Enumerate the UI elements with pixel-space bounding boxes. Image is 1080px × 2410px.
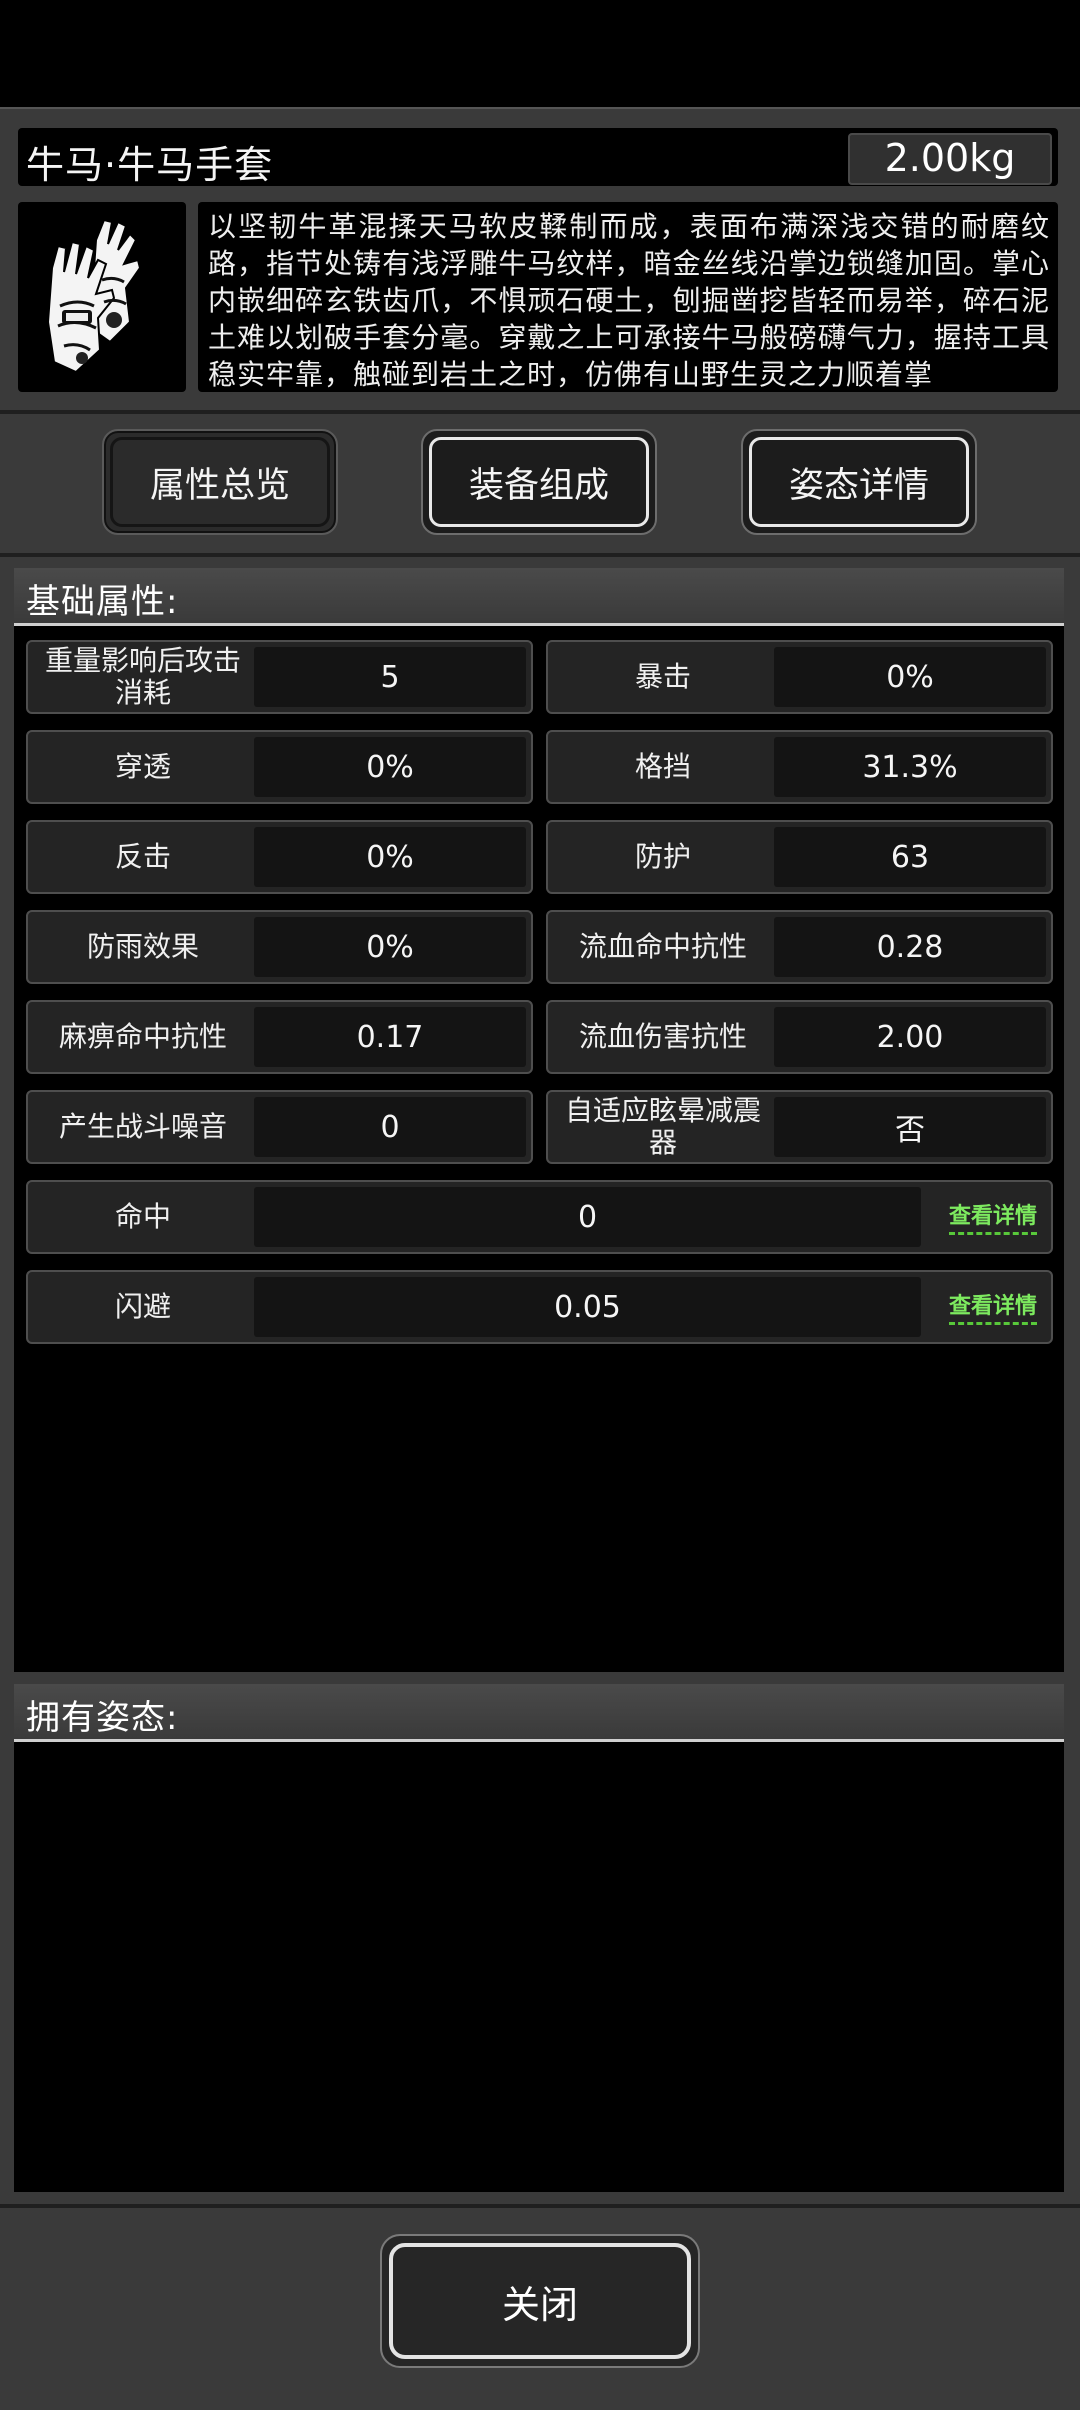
stat-value: 0% — [254, 737, 526, 797]
stat-cell: 穿透 0% — [26, 730, 533, 804]
stat-value: 否 — [774, 1097, 1046, 1157]
stat-label: 麻痹命中抗性 — [58, 1020, 227, 1053]
tab-attributes-overview[interactable]: 属性总览 — [102, 429, 338, 535]
stat-cell: 产生战斗噪音 0 — [26, 1090, 533, 1164]
stat-value: 0 — [254, 1187, 921, 1247]
stat-value: 0% — [774, 647, 1046, 707]
item-weight: 2.00kg — [848, 133, 1052, 185]
stat-label: 重量影响后攻击消耗 — [44, 644, 241, 709]
stat-label: 反击 — [114, 840, 171, 873]
stat-label: 格挡 — [634, 750, 691, 783]
tab-equipment-composition[interactable]: 装备组成 — [421, 429, 657, 535]
tab-stance-details[interactable]: 姿态详情 — [741, 429, 977, 535]
stat-value: 5 — [254, 647, 526, 707]
stat-cell-hit: 命中 0 查看详情 — [26, 1180, 1053, 1254]
item-description: 以坚韧牛革混揉天马软皮鞣制而成，表面布满深浅交错的耐磨纹路，指节处铸有浅浮雕牛马… — [208, 210, 1050, 391]
stat-label: 产生战斗噪音 — [58, 1110, 227, 1143]
stat-value: 0.28 — [774, 917, 1046, 977]
close-button[interactable]: 关闭 — [380, 2234, 700, 2368]
item-description-box[interactable]: 以坚韧牛革混揉天马软皮鞣制而成，表面布满深浅交错的耐磨纹路，指节处铸有浅浮雕牛马… — [198, 202, 1058, 392]
stat-label: 闪避 — [114, 1290, 171, 1323]
item-icon-frame — [18, 202, 186, 392]
stat-label: 穿透 — [114, 750, 171, 783]
stances-header: 拥有姿态: — [14, 1684, 1064, 1742]
stat-label: 流血伤害抗性 — [578, 1020, 747, 1053]
stat-label: 流血命中抗性 — [578, 930, 747, 963]
stat-value: 0% — [254, 917, 526, 977]
stat-value: 2.00 — [774, 1007, 1046, 1067]
item-title-bar: 牛马·牛马手套 2.00kg — [18, 128, 1058, 187]
stat-cell: 反击 0% — [26, 820, 533, 894]
basic-attributes-header: 基础属性: — [14, 568, 1064, 626]
stat-cell: 自适应眩晕减震器 否 — [546, 1090, 1053, 1164]
stat-cell-dodge: 闪避 0.05 查看详情 — [26, 1270, 1053, 1344]
section-title: 拥有姿态: — [26, 1698, 179, 1738]
stat-cell: 暴击 0% — [546, 640, 1053, 714]
stat-label: 自适应眩晕减震器 — [564, 1094, 761, 1159]
stat-cell: 防雨效果 0% — [26, 910, 533, 984]
tab-label: 姿态详情 — [788, 465, 929, 506]
view-details-link[interactable]: 查看详情 — [948, 1198, 1037, 1235]
item-name: 牛马·牛马手套 — [26, 143, 274, 187]
tab-label: 属性总览 — [149, 465, 290, 506]
stances-section — [14, 1684, 1064, 2192]
stat-cell: 格挡 31.3% — [546, 730, 1053, 804]
stat-value: 0% — [254, 827, 526, 887]
stat-cell: 防护 63 — [546, 820, 1053, 894]
divider — [0, 553, 1080, 557]
view-details-link[interactable]: 查看详情 — [948, 1288, 1037, 1325]
tab-label: 装备组成 — [468, 465, 609, 506]
section-title: 基础属性: — [26, 582, 179, 622]
stat-value: 63 — [774, 827, 1046, 887]
stat-cell: 流血命中抗性 0.28 — [546, 910, 1053, 984]
close-label: 关闭 — [501, 2282, 578, 2327]
stat-cell: 重量影响后攻击消耗 5 — [26, 640, 533, 714]
divider — [0, 410, 1080, 414]
glove-icon — [46, 218, 142, 374]
stat-value: 0.17 — [254, 1007, 526, 1067]
stat-cell: 麻痹命中抗性 0.17 — [26, 1000, 533, 1074]
divider — [0, 2204, 1080, 2208]
stat-label: 暴击 — [634, 660, 691, 693]
stat-label: 防雨效果 — [86, 930, 199, 963]
stat-cell: 流血伤害抗性 2.00 — [546, 1000, 1053, 1074]
stat-label: 防护 — [634, 840, 691, 873]
stat-value: 0.05 — [254, 1277, 921, 1337]
stat-value: 31.3% — [774, 737, 1046, 797]
stat-label: 命中 — [114, 1200, 171, 1233]
stat-value: 0 — [254, 1097, 526, 1157]
